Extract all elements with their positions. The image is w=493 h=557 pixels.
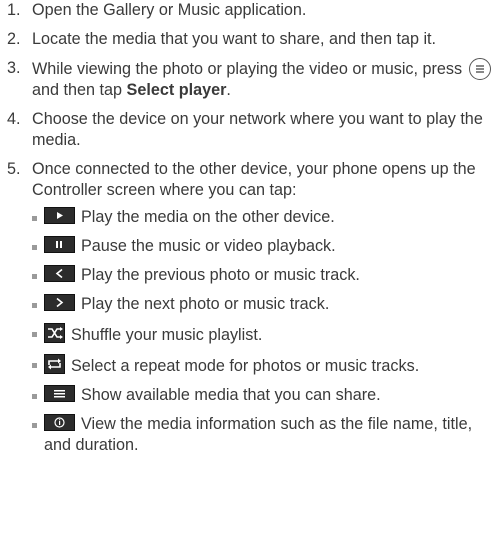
control-description: Select a repeat mode for photos or music… bbox=[71, 357, 420, 375]
next-icon bbox=[44, 294, 75, 311]
list-icon bbox=[44, 385, 75, 402]
bullet bbox=[32, 394, 37, 399]
select-player-label: Select player bbox=[126, 81, 227, 99]
control-description: Shuffle your music playlist. bbox=[71, 326, 263, 344]
bullet bbox=[32, 245, 37, 250]
list-item: Pause the music or video playback. bbox=[32, 236, 493, 257]
step-number: 4. bbox=[7, 110, 21, 128]
control-description: Play the previous photo or music track. bbox=[81, 266, 360, 284]
step-number: 5. bbox=[7, 160, 21, 178]
control-description: Play the media on the other device. bbox=[81, 208, 335, 226]
controller-options: Play the media on the other device. Paus… bbox=[32, 207, 493, 456]
bullet bbox=[32, 332, 37, 337]
bullet bbox=[32, 274, 37, 279]
step-2: 2. Locate the media that you want to sha… bbox=[7, 29, 493, 50]
bullet bbox=[32, 363, 37, 368]
pause-icon bbox=[44, 236, 75, 253]
shuffle-icon bbox=[44, 323, 65, 343]
step-3: 3. While viewing the photo or playing th… bbox=[7, 58, 493, 101]
step-text: Locate the media that you want to share,… bbox=[32, 30, 437, 48]
step-4: 4. Choose the device on your network whe… bbox=[7, 109, 493, 151]
list-item: Play the media on the other device. bbox=[32, 207, 493, 228]
step-number: 3. bbox=[7, 59, 21, 77]
list-item: Play the previous photo or music track. bbox=[32, 265, 493, 286]
list-item: Show available media that you can share. bbox=[32, 385, 493, 406]
bullet bbox=[32, 216, 37, 221]
instruction-list: 1. Open the Gallery or Music application… bbox=[7, 0, 493, 464]
step-text: Choose the device on your network where … bbox=[32, 110, 483, 149]
step-number: 1. bbox=[7, 1, 21, 19]
step-number: 2. bbox=[7, 30, 21, 48]
list-item: Select a repeat mode for photos or music… bbox=[32, 354, 493, 377]
list-item: Shuffle your music playlist. bbox=[32, 323, 493, 346]
previous-icon bbox=[44, 265, 75, 282]
repeat-icon bbox=[44, 354, 65, 374]
menu-key-icon bbox=[468, 58, 491, 80]
control-description: Play the next photo or music track. bbox=[81, 295, 330, 313]
control-description: View the media information such as the f… bbox=[44, 415, 473, 454]
list-item: View the media information such as the f… bbox=[32, 414, 493, 456]
bullet bbox=[32, 303, 37, 308]
step-text-after: . bbox=[226, 81, 231, 99]
step-text-before: While viewing the photo or playing the v… bbox=[32, 60, 467, 78]
bullet bbox=[32, 423, 37, 428]
step-text-middle: and then tap bbox=[32, 81, 127, 99]
list-item: Play the next photo or music track. bbox=[32, 294, 493, 315]
step-text: Once connected to the other device, your… bbox=[32, 160, 476, 199]
step-text: Open the Gallery or Music application. bbox=[32, 1, 307, 19]
control-description: Show available media that you can share. bbox=[81, 386, 381, 404]
step-5: 5. Once connected to the other device, y… bbox=[7, 159, 493, 456]
info-icon bbox=[44, 414, 75, 431]
play-icon bbox=[44, 207, 75, 224]
control-description: Pause the music or video playback. bbox=[81, 237, 336, 255]
step-1: 1. Open the Gallery or Music application… bbox=[7, 0, 493, 21]
